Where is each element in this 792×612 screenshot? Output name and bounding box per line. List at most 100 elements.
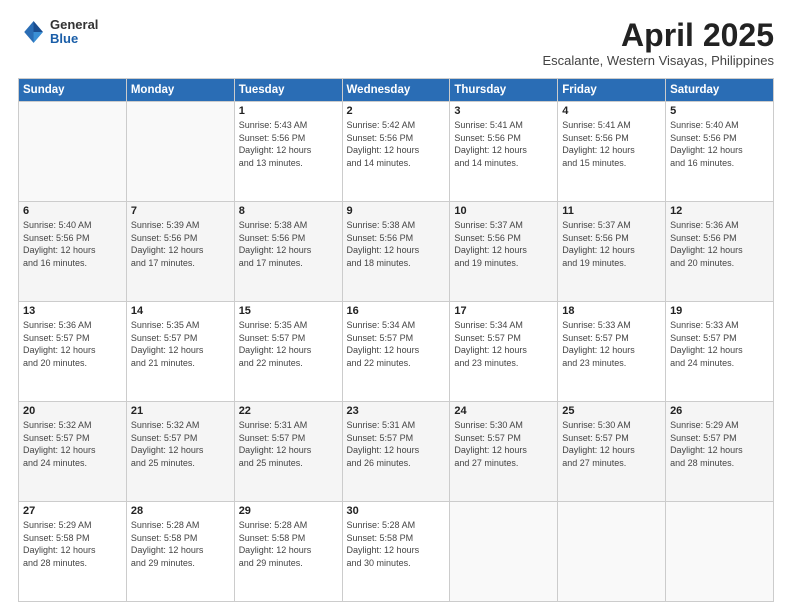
calendar-day-cell: 7 Sunrise: 5:39 AM Sunset: 5:56 PM Daylig… [126, 202, 234, 302]
calendar-day-cell [558, 502, 666, 602]
calendar-day-header: Wednesday [342, 79, 450, 102]
calendar-day-cell: 18Sunrise: 5:33 AM Sunset: 5:57 PM Dayli… [558, 302, 666, 402]
location: Escalante, Western Visayas, Philippines [543, 53, 774, 68]
day-info: Sunrise: 5:36 AM Sunset: 5:56 PM Dayligh… [670, 219, 769, 269]
calendar-day-cell: 24Sunrise: 5:30 AM Sunset: 5:57 PM Dayli… [450, 402, 558, 502]
calendar-week-row: 13Sunrise: 5:36 AM Sunset: 5:57 PM Dayli… [19, 302, 774, 402]
day-info: Sunrise: 5:32 AM Sunset: 5:57 PM Dayligh… [131, 419, 230, 469]
day-number: 18 [562, 305, 661, 317]
calendar-header-row: SundayMondayTuesdayWednesdayThursdayFrid… [19, 79, 774, 102]
day-number: 15 [239, 305, 338, 317]
day-info: Sunrise: 5:28 AM Sunset: 5:58 PM Dayligh… [131, 519, 230, 569]
calendar-table: SundayMondayTuesdayWednesdayThursdayFrid… [18, 78, 774, 602]
logo-blue-text: Blue [50, 32, 98, 46]
day-number: 11 [562, 205, 661, 217]
day-number: 27 [23, 505, 122, 517]
day-info: Sunrise: 5:32 AM Sunset: 5:57 PM Dayligh… [23, 419, 122, 469]
calendar-day-cell [666, 502, 774, 602]
calendar-day-cell: 8Sunrise: 5:38 AM Sunset: 5:56 PM Daylig… [234, 202, 342, 302]
day-info: Sunrise: 5:34 AM Sunset: 5:57 PM Dayligh… [347, 319, 446, 369]
calendar-day-cell [450, 502, 558, 602]
calendar-day-cell: 15Sunrise: 5:35 AM Sunset: 5:57 PM Dayli… [234, 302, 342, 402]
day-number: 3 [454, 105, 553, 117]
calendar-day-cell: 26 Sunrise: 5:29 AM Sunset: 5:57 PM Dayli… [666, 402, 774, 502]
day-number: 1 [239, 105, 338, 117]
calendar-day-cell: 4Sunrise: 5:41 AM Sunset: 5:56 PM Daylig… [558, 102, 666, 202]
calendar-day-header: Thursday [450, 79, 558, 102]
day-info: Sunrise: 5:38 AM Sunset: 5:56 PM Dayligh… [347, 219, 446, 269]
month-title: April 2025 [543, 18, 774, 53]
day-info: Sunrise: 5:31 AM Sunset: 5:57 PM Dayligh… [347, 419, 446, 469]
calendar-day-cell: 22 Sunrise: 5:31 AM Sunset: 5:57 PM Dayli… [234, 402, 342, 502]
calendar-day-cell: 10 Sunrise: 5:37 AM Sunset: 5:56 PM Dayli… [450, 202, 558, 302]
calendar-day-cell: 3 Sunrise: 5:41 AM Sunset: 5:56 PM Daylig… [450, 102, 558, 202]
day-info: Sunrise: 5:39 AM Sunset: 5:56 PM Dayligh… [131, 219, 230, 269]
day-number: 10 [454, 205, 553, 217]
day-info: Sunrise: 5:33 AM Sunset: 5:57 PM Dayligh… [670, 319, 769, 369]
calendar-day-cell: 21 Sunrise: 5:32 AM Sunset: 5:57 PM Dayli… [126, 402, 234, 502]
calendar-day-header: Saturday [666, 79, 774, 102]
day-info: Sunrise: 5:40 AM Sunset: 5:56 PM Dayligh… [23, 219, 122, 269]
day-info: Sunrise: 5:29 AM Sunset: 5:58 PM Dayligh… [23, 519, 122, 569]
day-number: 28 [131, 505, 230, 517]
calendar-day-cell: 11 Sunrise: 5:37 AM Sunset: 5:56 PM Dayli… [558, 202, 666, 302]
calendar-day-cell: 9 Sunrise: 5:38 AM Sunset: 5:56 PM Daylig… [342, 202, 450, 302]
page: General Blue April 2025 Escalante, Weste… [0, 0, 792, 612]
day-info: Sunrise: 5:37 AM Sunset: 5:56 PM Dayligh… [562, 219, 661, 269]
logo-text: General Blue [50, 18, 98, 47]
day-number: 14 [131, 305, 230, 317]
day-number: 23 [347, 405, 446, 417]
logo-general-text: General [50, 18, 98, 32]
day-number: 29 [239, 505, 338, 517]
day-number: 13 [23, 305, 122, 317]
calendar-day-cell: 19 Sunrise: 5:33 AM Sunset: 5:57 PM Dayli… [666, 302, 774, 402]
day-number: 6 [23, 205, 122, 217]
calendar-day-header: Sunday [19, 79, 127, 102]
calendar-day-header: Friday [558, 79, 666, 102]
day-number: 19 [670, 305, 769, 317]
day-info: Sunrise: 5:29 AM Sunset: 5:57 PM Dayligh… [670, 419, 769, 469]
calendar-day-cell: 20 Sunrise: 5:32 AM Sunset: 5:57 PM Dayli… [19, 402, 127, 502]
calendar-day-cell: 16 Sunrise: 5:34 AM Sunset: 5:57 PM Dayli… [342, 302, 450, 402]
calendar-day-cell: 29 Sunrise: 5:28 AM Sunset: 5:58 PM Dayli… [234, 502, 342, 602]
day-info: Sunrise: 5:40 AM Sunset: 5:56 PM Dayligh… [670, 119, 769, 169]
calendar-day-cell: 27 Sunrise: 5:29 AM Sunset: 5:58 PM Dayli… [19, 502, 127, 602]
day-number: 21 [131, 405, 230, 417]
calendar-day-cell: 12Sunrise: 5:36 AM Sunset: 5:56 PM Dayli… [666, 202, 774, 302]
day-info: Sunrise: 5:41 AM Sunset: 5:56 PM Dayligh… [454, 119, 553, 169]
logo-icon [18, 18, 46, 46]
day-info: Sunrise: 5:43 AM Sunset: 5:56 PM Dayligh… [239, 119, 338, 169]
header: General Blue April 2025 Escalante, Weste… [18, 18, 774, 68]
day-info: Sunrise: 5:28 AM Sunset: 5:58 PM Dayligh… [239, 519, 338, 569]
day-number: 30 [347, 505, 446, 517]
calendar-day-cell: 13Sunrise: 5:36 AM Sunset: 5:57 PM Dayli… [19, 302, 127, 402]
day-info: Sunrise: 5:35 AM Sunset: 5:57 PM Dayligh… [131, 319, 230, 369]
day-number: 16 [347, 305, 446, 317]
calendar-day-cell: 17 Sunrise: 5:34 AM Sunset: 5:57 PM Dayli… [450, 302, 558, 402]
calendar-week-row: 1 Sunrise: 5:43 AM Sunset: 5:56 PM Daylig… [19, 102, 774, 202]
logo: General Blue [18, 18, 98, 47]
day-number: 26 [670, 405, 769, 417]
day-info: Sunrise: 5:31 AM Sunset: 5:57 PM Dayligh… [239, 419, 338, 469]
day-number: 20 [23, 405, 122, 417]
day-info: Sunrise: 5:38 AM Sunset: 5:56 PM Dayligh… [239, 219, 338, 269]
calendar-day-cell: 2Sunrise: 5:42 AM Sunset: 5:56 PM Daylig… [342, 102, 450, 202]
day-number: 22 [239, 405, 338, 417]
calendar-day-cell: 25Sunrise: 5:30 AM Sunset: 5:57 PM Dayli… [558, 402, 666, 502]
title-block: April 2025 Escalante, Western Visayas, P… [543, 18, 774, 68]
calendar-day-cell [19, 102, 127, 202]
day-number: 4 [562, 105, 661, 117]
day-info: Sunrise: 5:37 AM Sunset: 5:56 PM Dayligh… [454, 219, 553, 269]
day-number: 7 [131, 205, 230, 217]
calendar-week-row: 27 Sunrise: 5:29 AM Sunset: 5:58 PM Dayli… [19, 502, 774, 602]
day-number: 25 [562, 405, 661, 417]
calendar-day-cell: 30Sunrise: 5:28 AM Sunset: 5:58 PM Dayli… [342, 502, 450, 602]
calendar-day-cell [126, 102, 234, 202]
day-number: 9 [347, 205, 446, 217]
day-info: Sunrise: 5:34 AM Sunset: 5:57 PM Dayligh… [454, 319, 553, 369]
calendar-day-header: Tuesday [234, 79, 342, 102]
day-number: 5 [670, 105, 769, 117]
day-info: Sunrise: 5:42 AM Sunset: 5:56 PM Dayligh… [347, 119, 446, 169]
day-info: Sunrise: 5:30 AM Sunset: 5:57 PM Dayligh… [454, 419, 553, 469]
day-number: 17 [454, 305, 553, 317]
